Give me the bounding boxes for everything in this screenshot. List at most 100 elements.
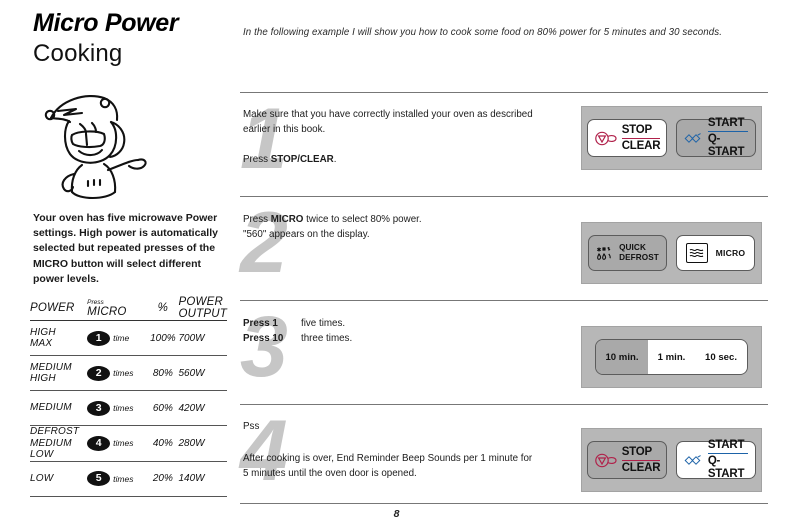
- control-panel-graphic-1: STOP CLEAR START Q-START: [581, 106, 762, 170]
- power-name-line1: MEDIUM: [30, 361, 72, 373]
- step-3-row1-key: Press 1: [243, 318, 278, 329]
- step-2-line1: Press MICRO twice to select 80% power.: [243, 212, 573, 227]
- press-count-badge: 4: [87, 435, 111, 451]
- row-percent: 40%: [147, 425, 179, 461]
- step-3-row1-count: five times.: [301, 318, 346, 329]
- table-row: MEDIUM 3 times 60% 420W: [30, 390, 227, 426]
- table-row: HIGH MAX 1 time 100% 700W: [30, 320, 227, 356]
- row-percent: 20%: [147, 460, 179, 497]
- stop-icon: [594, 453, 617, 467]
- press-times-label: time: [113, 333, 130, 343]
- row-output: 280W: [178, 425, 227, 461]
- step-3-row2-key: Press 10: [243, 333, 284, 344]
- step-4-line1: After cooking is over, End Reminder Beep…: [243, 453, 533, 464]
- wave-lines-icon: [689, 248, 704, 258]
- lead-instruction-text: In the following example I will show you…: [243, 27, 722, 38]
- start-accent-rule: [707, 131, 749, 132]
- manual-page: { "page": { "title_main": "Micro Power",…: [0, 0, 793, 528]
- micro-key[interactable]: MICRO: [676, 235, 755, 271]
- header-micro-label: MICRO: [87, 305, 127, 318]
- power-name-line1: LOW: [30, 472, 54, 484]
- step-1-line1: Make sure that you have correctly instal…: [243, 109, 533, 120]
- press-count-badge: 5: [87, 471, 111, 486]
- stop-icon: [594, 131, 617, 145]
- header-output-line2: OUTPUT: [178, 308, 227, 320]
- time-key-10sec[interactable]: 10 sec.: [695, 340, 747, 374]
- start-qstart-label: START Q-START: [707, 117, 749, 159]
- start-qstart-label: START Q-START: [707, 439, 749, 481]
- quick-defrost-label: QUICK DEFROST: [619, 243, 659, 262]
- page-title: Micro Power Cooking: [33, 8, 233, 70]
- micro-label: MICRO: [715, 248, 746, 258]
- step-2-line1-suffix: twice to select 80% power.: [303, 214, 422, 225]
- time-key-1min[interactable]: 1 min.: [648, 340, 695, 374]
- stop-clear-label: STOP CLEAR: [621, 124, 661, 153]
- press-times-label: times: [113, 403, 134, 413]
- press-times-label: times: [113, 438, 134, 449]
- row-press-count: 4 times: [87, 425, 148, 461]
- stop-clear-key[interactable]: STOP CLEAR: [587, 441, 667, 479]
- row-power-name: HIGH MAX: [30, 320, 88, 356]
- footer-divider: [240, 503, 768, 504]
- power-name-line1: HIGH: [30, 326, 56, 338]
- power-name-line2: MEDIUM LOW: [30, 437, 72, 461]
- table-header-row: POWER Press MICRO % POWER OUTPUT: [30, 296, 227, 321]
- row-output: 140W: [178, 460, 227, 497]
- start-label-top: START: [707, 117, 745, 129]
- step-2-line1-prefix: Press: [243, 214, 271, 225]
- stop-label-bottom: CLEAR: [621, 461, 661, 474]
- row-percent: 80%: [147, 355, 179, 391]
- step-divider: [240, 196, 768, 197]
- title-main: Micro Power: [33, 9, 179, 37]
- table-row: DEFROST MEDIUM LOW 4 times 40% 280W: [30, 425, 227, 461]
- step-1-action: Press STOP/CLEAR.: [243, 152, 573, 167]
- control-panel-graphic-4: STOP CLEAR START Q-START: [581, 428, 762, 492]
- step-1-action-suffix: .: [333, 154, 337, 165]
- header-micro-press: Press: [87, 298, 104, 306]
- row-output: 420W: [178, 390, 227, 426]
- stop-clear-label: STOP CLEAR: [621, 445, 661, 475]
- step-4-line2: 5 minutes until the oven door is opened.: [243, 468, 417, 479]
- step-3-row2-count: three times.: [301, 333, 353, 344]
- power-name-line2: MAX: [30, 338, 53, 349]
- header-power: POWER: [30, 302, 75, 314]
- start-qstart-key[interactable]: START Q-START: [676, 439, 756, 481]
- table-row: LOW 5 times 20% 140W: [30, 460, 227, 497]
- mascot-character-illustration: [44, 94, 147, 200]
- defrost-label-bottom: DEFROST: [619, 253, 659, 262]
- step-3-row-1: Press 1 five times.: [243, 316, 573, 331]
- header-output-line1: POWER: [178, 296, 223, 308]
- step-3-row-2: Press 10 three times.: [243, 331, 573, 346]
- step-4-body: Pss After cooking is over, End Reminder …: [243, 419, 573, 481]
- step-divider: [240, 92, 768, 93]
- press-times-label: times: [113, 473, 134, 484]
- step-divider: [240, 404, 768, 405]
- quick-defrost-key[interactable]: QUICK DEFROST: [588, 235, 667, 271]
- start-icon: [684, 132, 701, 143]
- start-label-bottom: Q-START: [707, 133, 745, 158]
- table-row: MEDIUM HIGH 2 times 80% 560W: [30, 355, 227, 391]
- stop-clear-key[interactable]: STOP CLEAR: [587, 119, 667, 157]
- row-press-count: 3 times: [87, 390, 148, 426]
- time-entry-keys[interactable]: 10 min. 1 min. 10 sec.: [595, 339, 748, 375]
- press-count-badge: 1: [87, 330, 111, 346]
- row-press-count: 2 times: [87, 355, 148, 391]
- start-label-top: START: [707, 439, 745, 451]
- row-output: 560W: [178, 355, 227, 391]
- left-column: Micro Power Cooking Your oven has five m…: [0, 0, 232, 528]
- step-divider: [240, 300, 768, 301]
- time-key-10min[interactable]: 10 min.: [596, 340, 648, 374]
- row-percent: 100%: [147, 320, 179, 356]
- start-qstart-key[interactable]: START Q-START: [676, 117, 756, 159]
- stop-label-top: STOP: [621, 445, 653, 458]
- start-label-bottom: Q-START: [707, 455, 745, 480]
- title-sub: Cooking: [33, 40, 123, 67]
- row-power-name: DEFROST MEDIUM LOW: [30, 425, 88, 461]
- row-power-name: MEDIUM: [30, 390, 88, 426]
- row-power-name: MEDIUM HIGH: [30, 355, 88, 391]
- snowflake-droplet-icon: [597, 246, 611, 260]
- step-2-body: Press MICRO twice to select 80% power. "…: [243, 212, 573, 242]
- step-2-line2: "560" appears on the display.: [243, 229, 370, 240]
- header-percent: %: [157, 302, 169, 314]
- row-percent: 60%: [147, 390, 179, 426]
